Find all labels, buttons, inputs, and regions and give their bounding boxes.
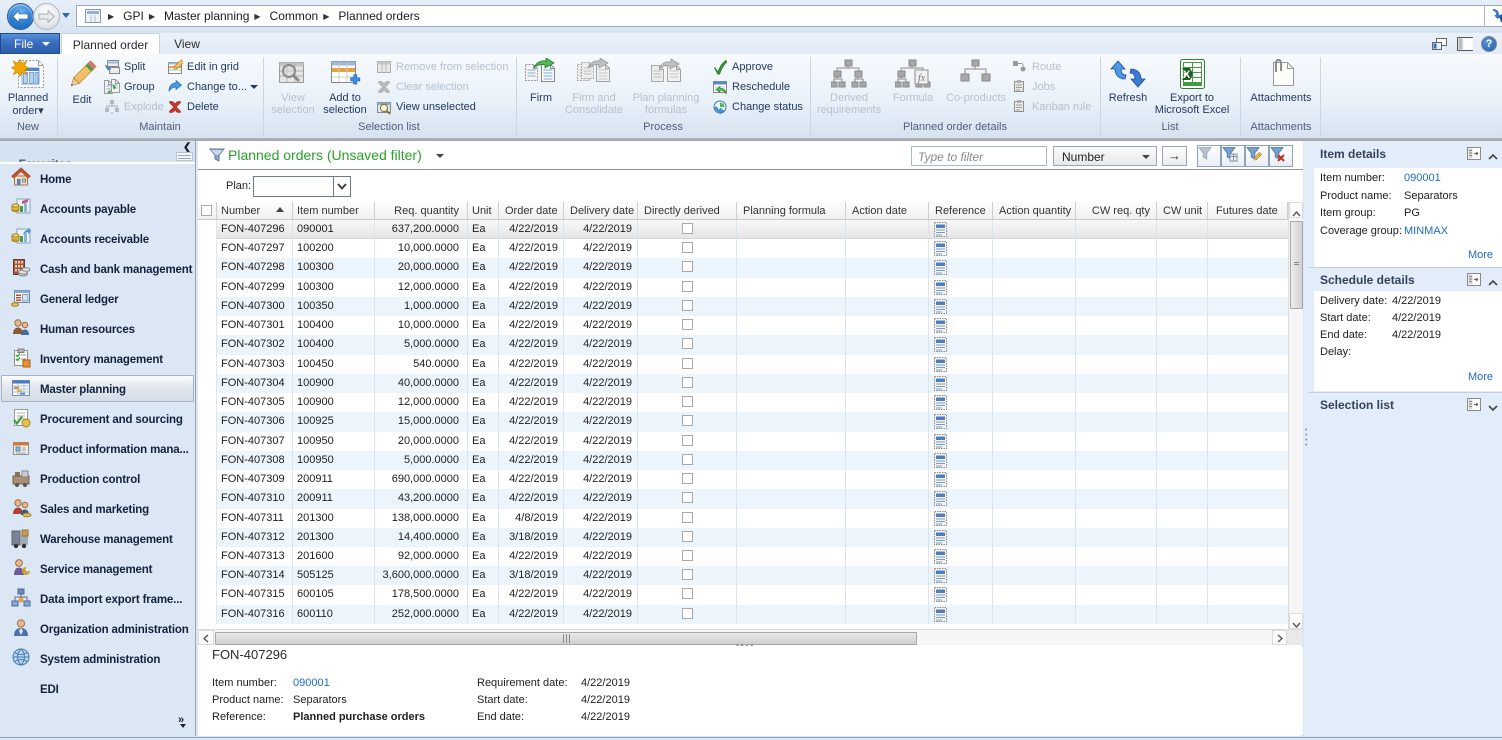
svg-text:fx: fx	[918, 73, 926, 84]
svg-text:X: X	[1183, 69, 1191, 81]
